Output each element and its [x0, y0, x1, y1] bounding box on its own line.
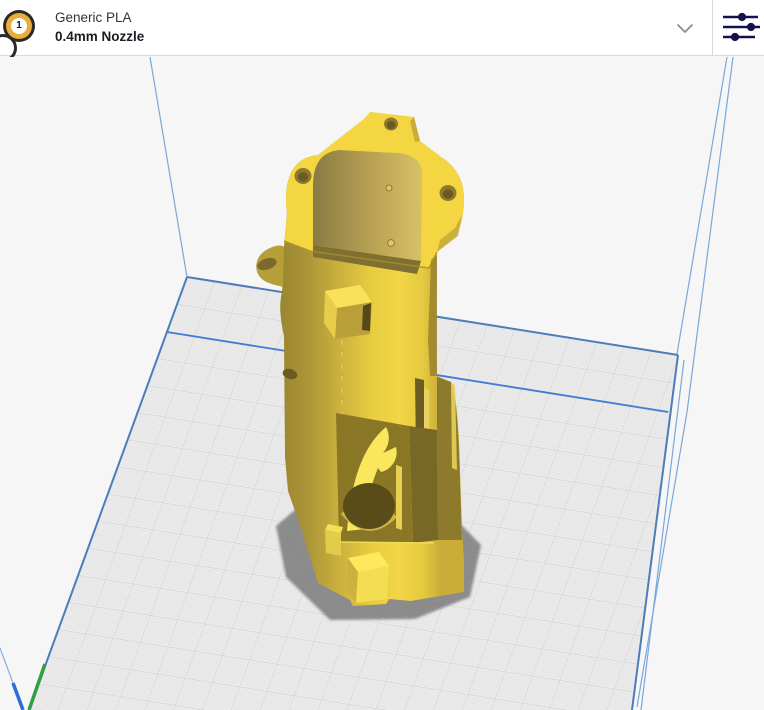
base-edge-highlight: [339, 542, 434, 543]
cutout-right-strip: [396, 465, 402, 530]
cavity-hole-upper: [386, 185, 392, 191]
cura-window: 1 Generic PLA 0.4mm Nozzle: [0, 0, 764, 710]
boss-hole: [362, 303, 371, 331]
extruder-config-bar[interactable]: 1 Generic PLA 0.4mm Nozzle: [0, 0, 764, 56]
lower-right-recess: [409, 426, 438, 543]
front-foot: [347, 552, 389, 603]
scene-canvas[interactable]: [0, 57, 764, 710]
3d-viewport[interactable]: [0, 57, 764, 710]
print-settings-icon[interactable]: [719, 11, 761, 45]
header-divider: [712, 0, 713, 56]
large-bore-hole: [343, 483, 395, 529]
lower-cutout: [336, 413, 413, 543]
material-name: Generic PLA: [55, 9, 144, 27]
chevron-down-icon[interactable]: [676, 21, 694, 32]
left-foot-tab: [325, 524, 343, 556]
front-boss: [324, 285, 372, 339]
nozzle-size: 0.4mm Nozzle: [55, 27, 144, 46]
extruder-number: 1: [11, 18, 27, 34]
cavity-hole-lower: [388, 240, 395, 247]
cavity-opening: [313, 150, 422, 261]
material-color-ring: 1: [6, 13, 32, 39]
extruder-summary[interactable]: Generic PLA 0.4mm Nozzle: [55, 9, 144, 46]
extruder-badge[interactable]: 1: [3, 10, 35, 42]
